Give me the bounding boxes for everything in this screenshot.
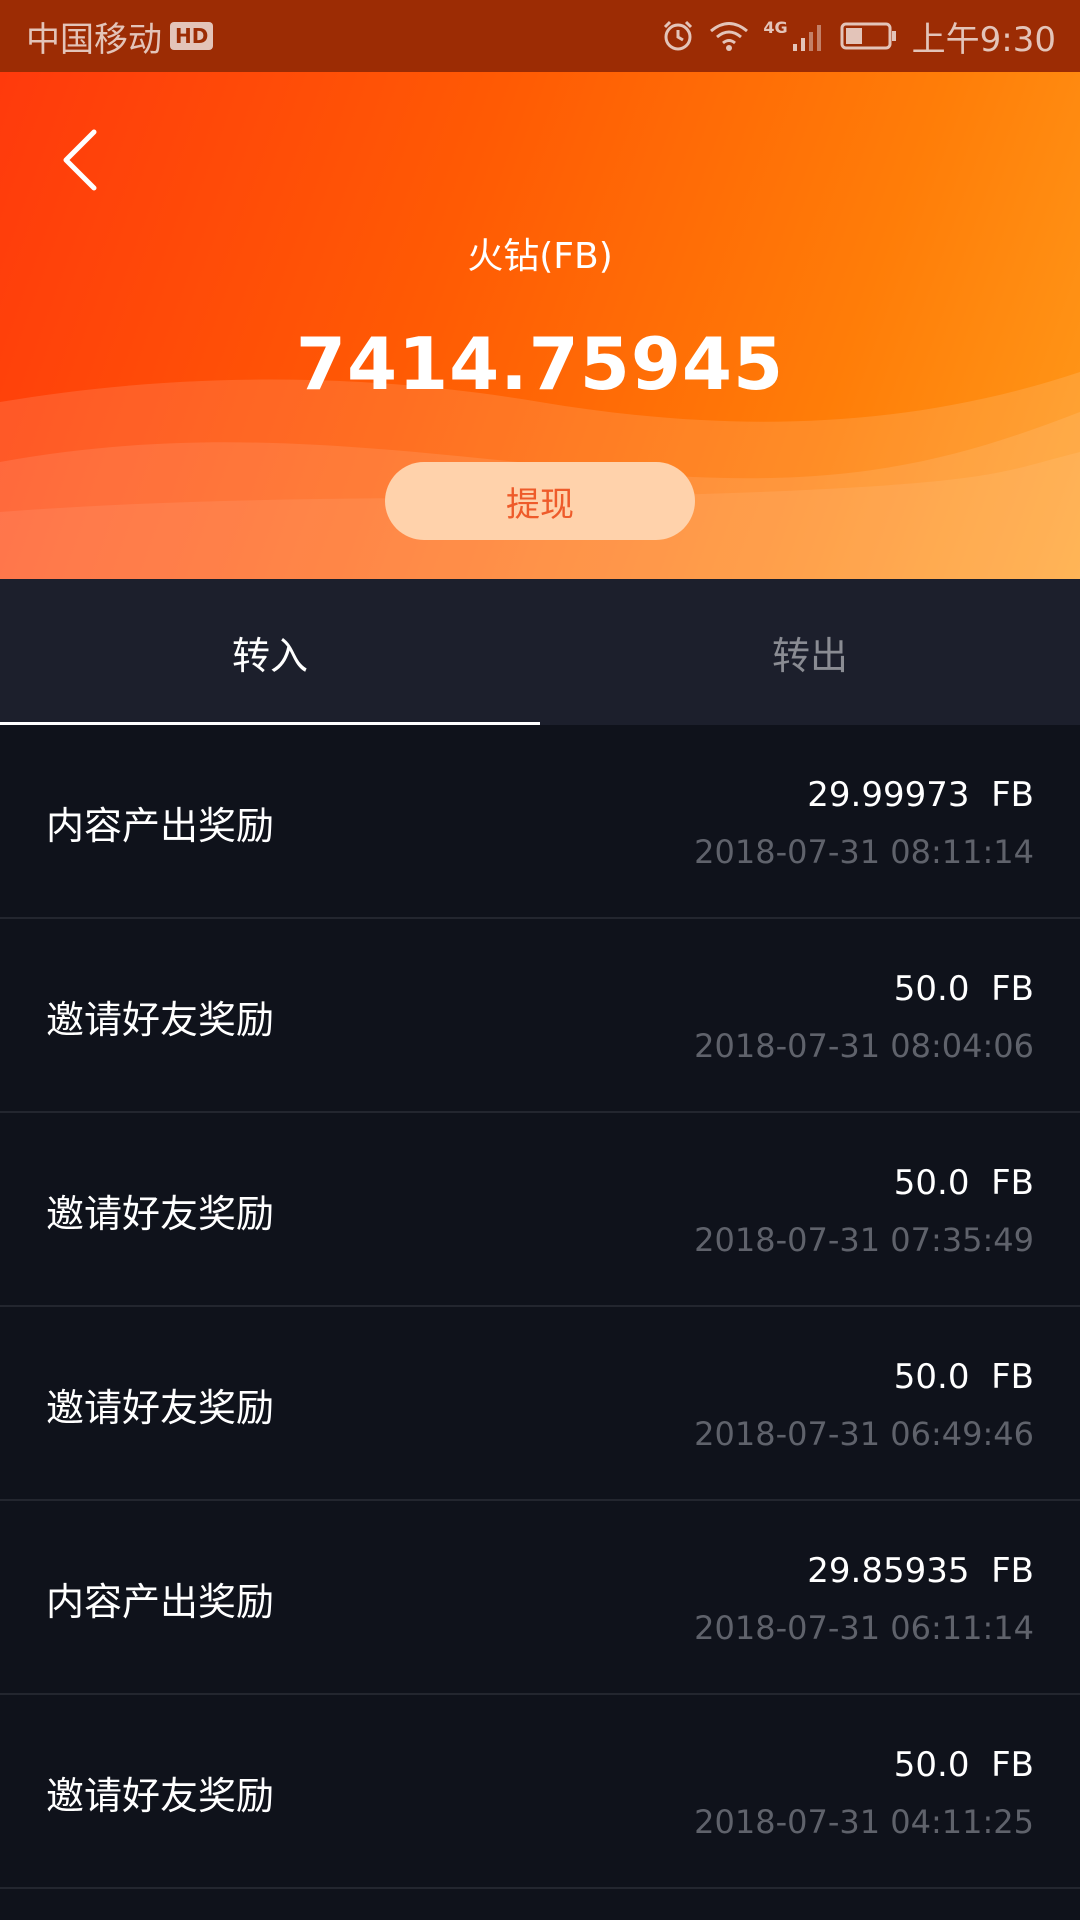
tab-bar: 转入 转出 xyxy=(0,579,1080,725)
signal-icon xyxy=(792,20,826,52)
list-item[interactable]: 邀请好友奖励 50.0 FB 2018-07-31 06:49:46 xyxy=(0,1307,1080,1501)
record-amount: 29.99973 FB xyxy=(807,775,1034,815)
list-item[interactable]: 邀请好友奖励 50.0 FB 2018-07-31 08:04:06 xyxy=(0,919,1080,1113)
status-left: 中国移动 HD xyxy=(26,0,214,72)
clock-time: 上午9:30 xyxy=(911,19,1056,60)
record-time: 2018-07-31 06:11:14 xyxy=(694,1609,1034,1647)
record-amount: 50.0 FB xyxy=(894,1357,1034,1397)
list-item[interactable]: 内容产出奖励 29.99973 FB 2018-07-31 08:11:14 xyxy=(0,725,1080,919)
record-label: 邀请好友奖励 xyxy=(46,1385,275,1430)
back-arrow-icon xyxy=(63,129,97,191)
record-amount-unit: FB xyxy=(991,1745,1034,1785)
wifi-icon xyxy=(709,20,749,52)
record-amount: 50.0 FB xyxy=(894,1745,1034,1785)
record-amount-unit: FB xyxy=(991,1163,1034,1203)
withdraw-button[interactable]: 提现 xyxy=(385,462,695,540)
record-amount: 29.85935 FB xyxy=(807,1551,1034,1591)
tab-transfer-out[interactable]: 转出 xyxy=(540,579,1080,725)
balance-amount: 7414.75945 xyxy=(295,322,785,406)
record-amount-unit: FB xyxy=(991,1551,1034,1591)
network-type: 4G xyxy=(763,18,788,37)
status-bar: 中国移动 HD 4G 上午9:30 xyxy=(0,0,1080,72)
record-time: 2018-07-31 08:04:06 xyxy=(694,1027,1034,1065)
record-amount-value: 29.85935 xyxy=(807,1551,970,1591)
record-amount-value: 50.0 xyxy=(893,1745,970,1785)
list-item[interactable]: 邀请好友奖励 50.0 FB 2018-07-31 07:35:49 xyxy=(0,1113,1080,1307)
record-time: 2018-07-31 08:11:14 xyxy=(694,833,1034,871)
record-amount: 50.0 FB xyxy=(894,969,1034,1009)
tab-transfer-in[interactable]: 转入 xyxy=(0,579,540,725)
carrier-name: 中国移动 xyxy=(26,19,162,60)
record-time: 2018-07-31 04:11:25 xyxy=(694,1803,1034,1841)
record-label: 邀请好友奖励 xyxy=(46,997,275,1042)
record-amount: 50.0 FB xyxy=(894,1163,1034,1203)
record-time: 2018-07-31 06:49:46 xyxy=(694,1415,1034,1453)
battery-icon xyxy=(840,21,898,51)
record-time: 2018-07-31 07:35:49 xyxy=(694,1221,1034,1259)
record-amount-value: 50.0 xyxy=(893,1163,970,1203)
list-item[interactable]: 内容产出奖励 29.85935 FB 2018-07-31 06:11:14 xyxy=(0,1501,1080,1695)
list-item[interactable]: 邀请好友奖励 50.0 FB 2018-07-31 04:11:25 xyxy=(0,1695,1080,1889)
hd-badge: HD xyxy=(170,22,214,50)
record-amount-unit: FB xyxy=(991,969,1034,1009)
wallet-header: 火钻(FB) 7414.75945 提现 xyxy=(0,72,1080,579)
status-right: 4G 上午9:30 xyxy=(661,0,1056,72)
record-label: 邀请好友奖励 xyxy=(46,1191,275,1236)
record-label: 邀请好友奖励 xyxy=(46,1773,275,1818)
back-button[interactable] xyxy=(50,124,110,196)
record-amount-unit: FB xyxy=(991,775,1034,815)
alarm-icon xyxy=(661,19,695,53)
record-amount-value: 50.0 xyxy=(893,969,970,1009)
page-title: 火钻(FB) xyxy=(467,236,613,277)
record-label: 内容产出奖励 xyxy=(46,1579,275,1624)
record-amount-unit: FB xyxy=(991,1357,1034,1397)
record-amount-value: 29.99973 xyxy=(807,775,970,815)
record-label: 内容产出奖励 xyxy=(46,803,275,848)
record-amount-value: 50.0 xyxy=(893,1357,970,1397)
record-list: 内容产出奖励 29.99973 FB 2018-07-31 08:11:14 邀… xyxy=(0,725,1080,1889)
